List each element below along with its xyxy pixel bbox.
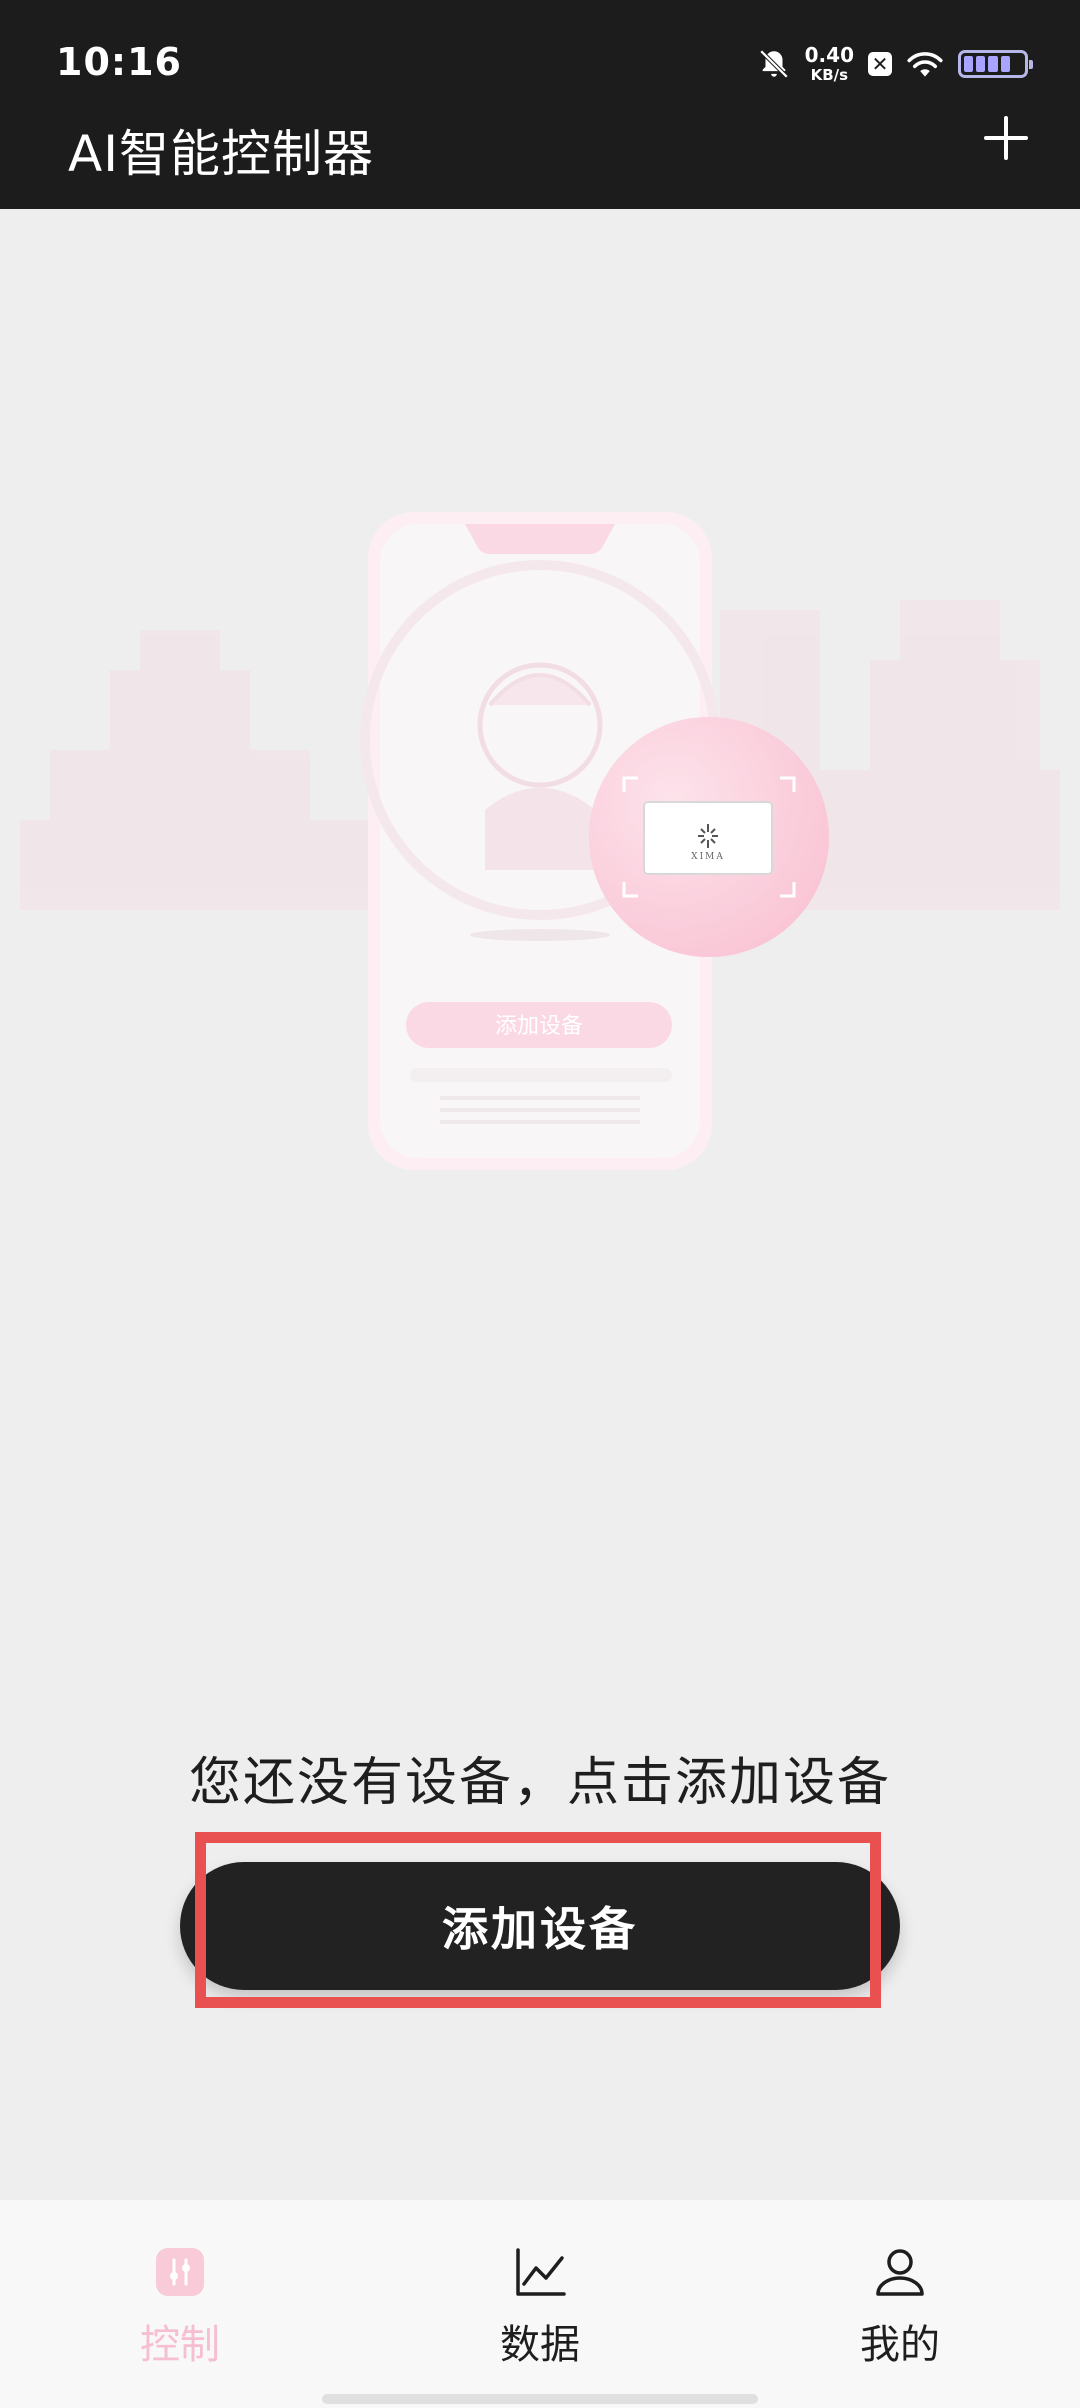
illustration-add-device-label: 添加设备	[495, 1014, 583, 1039]
status-icons: 0.40 KB/s ✕	[757, 42, 1033, 86]
device-label: XIMA	[691, 852, 725, 862]
net-speed: 0.40 KB/s	[805, 45, 854, 83]
device-scan-badge: XIMA	[589, 717, 829, 957]
app-title: AI智能控制器	[68, 125, 374, 183]
empty-state-message: 您还没有设备，点击添加设备	[188, 1753, 891, 1813]
x-app-icon: ✕	[868, 52, 892, 76]
status-time: 10:16	[56, 40, 182, 84]
control-sliders-icon	[156, 2248, 204, 2296]
chart-line-icon	[516, 2248, 566, 2296]
nav-item-data[interactable]: 数据	[360, 2200, 720, 2408]
net-speed-value: 0.40	[804, 43, 854, 67]
battery-icon	[958, 50, 1033, 78]
illustration-graphic: 添加设备 XIMA	[20, 512, 1060, 1170]
nav-label-data: 数据	[500, 2322, 580, 2368]
nav-label-profile: 我的	[860, 2322, 940, 2368]
home-indicator[interactable]	[322, 2394, 758, 2404]
nav-label-control: 控制	[140, 2322, 220, 2368]
bell-off-icon	[759, 49, 788, 79]
bottom-navigation: 控制 数据 我的	[0, 2200, 1080, 2408]
add-device-plus-icon[interactable]	[980, 112, 1032, 164]
add-device-button[interactable]: 添加设备	[180, 1862, 900, 1990]
nav-item-control[interactable]: 控制	[0, 2200, 360, 2408]
top-bar: 10:16 0.40 KB/s ✕ AI智能控制器	[0, 0, 1080, 209]
empty-state-illustration: 添加设备 XIMA	[0, 480, 1080, 1200]
user-icon	[876, 2249, 924, 2296]
nav-item-profile[interactable]: 我的	[720, 2200, 1080, 2408]
wifi-icon	[907, 52, 943, 77]
net-speed-unit: KB/s	[810, 66, 849, 84]
